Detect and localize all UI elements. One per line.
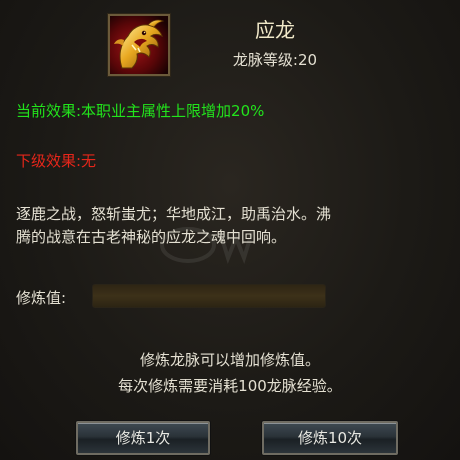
description-line-2: 腾的战意在古老神秘的应龙之魂中回响。	[16, 228, 287, 246]
current-effect: 当前效果:本职业主属性上限增加20%	[16, 102, 265, 120]
cultivation-info-line-1: 修炼龙脉可以增加修炼值。	[139, 351, 320, 369]
description-line-1: 逐鹿之战，怒斩蚩尤；华地成江，助禹治水。沸	[16, 205, 332, 223]
cultivation-info-line-2: 每次修炼需要消耗100龙脉经验。	[118, 377, 342, 395]
cultivate-once-label: 修炼1次	[115, 429, 171, 447]
cultivate-ten-times-button[interactable]: 修炼10次	[262, 421, 398, 455]
golden-dragon-head-icon	[108, 14, 170, 76]
next-level-effect: 下级效果:无	[16, 152, 97, 170]
cultivation-label: 修炼值:	[16, 289, 67, 307]
cultivate-once-button[interactable]: 修炼1次	[76, 421, 210, 455]
dragon-vein-level: 龙脉等级:20	[232, 51, 318, 69]
skill-name: 应龙	[255, 18, 295, 42]
cultivation-progress-bar	[92, 284, 326, 308]
skill-description: 逐鹿之战，怒斩蚩尤；华地成江，助禹治水。沸 腾的战意在古老神秘的应龙之魂中回响。	[16, 203, 446, 249]
dragon-vein-panel: 应龙 龙脉等级:20 当前效果:本职业主属性上限增加20% 下级效果:无 逐鹿之…	[0, 0, 460, 460]
cultivate-ten-times-label: 修炼10次	[297, 429, 363, 447]
